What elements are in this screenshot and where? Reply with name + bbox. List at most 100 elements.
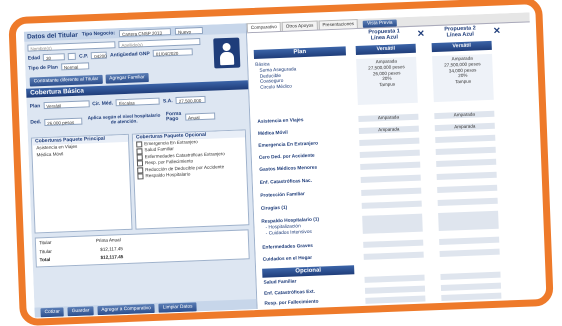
cir-med-select[interactable]: Escalas — [115, 97, 161, 107]
table-cell — [360, 161, 421, 170]
cp-input[interactable]: 04200 — [90, 51, 108, 60]
forma-pago-select[interactable]: Anual — [184, 112, 216, 121]
row-label: Cuidados en el Hogar — [262, 255, 313, 263]
apellidos-input[interactable]: Apellido(s) — [118, 38, 201, 49]
quote-form-panel: Datos del Titular Tipo Negocio: Cartera … — [23, 23, 258, 318]
titular-amount: $12,117.45 — [100, 246, 123, 253]
tab-presentaciones[interactable]: Presentaciones — [318, 18, 359, 30]
ded-select[interactable]: 26,000 pesos — [44, 117, 83, 126]
tab-comparativo[interactable]: Comparativo — [246, 21, 282, 33]
aplica-note: Aplica según el nivel hospitalario de at… — [87, 112, 161, 125]
propuesta-2-title: Propuesta 2 Línea Azul — [444, 25, 476, 39]
user-avatar-icon — [213, 37, 241, 69]
table-cell — [365, 295, 426, 304]
table-cell — [440, 282, 502, 291]
total-label: Total — [39, 256, 51, 263]
row-sublabel: - Cuidados Intensivos — [265, 229, 312, 237]
row-label: Enf. Catastróficas Ext. — [263, 289, 316, 297]
table-cell — [364, 274, 425, 283]
table-cell — [440, 271, 501, 280]
totals-table: Titular Prima Anual Titular $12,117.45 T… — [34, 229, 250, 268]
row-label: Enf. Catastróficas Nac. — [259, 178, 313, 186]
table-cell — [437, 197, 498, 207]
app-window: Datos del Titular Tipo Negocio: Cartera … — [23, 12, 541, 318]
row-label: Resp. por Fallecimiento — [264, 299, 319, 307]
nombre-input[interactable]: Nombre(s) — [27, 41, 116, 52]
plan-select[interactable]: Versátil — [43, 100, 90, 110]
table-cell — [359, 149, 420, 158]
table-cell — [441, 292, 502, 301]
row-label: Emergencia En Extranjero — [258, 141, 319, 149]
table-cell: Amparada — [358, 113, 419, 122]
vista-previa-button[interactable]: Vista Previa — [362, 19, 397, 28]
table-cell — [363, 239, 424, 248]
ded-label: Ded. — [30, 119, 42, 126]
propuesta-1-values: Amparada 27,500,000 pesos 26,000 pesos 20% T… — [356, 56, 418, 106]
table-cell — [364, 285, 426, 294]
table-cell: Amparada — [358, 125, 419, 134]
table-cell — [363, 251, 424, 260]
table-cell — [435, 146, 496, 156]
table-cell — [437, 184, 498, 194]
table-cell — [436, 158, 497, 168]
gender-select[interactable] — [67, 52, 77, 61]
paquete-opcional-box: Coberturas Paquete Opcional Emergencia E… — [131, 129, 250, 230]
limpiar-datos-button[interactable]: Limpiar Datos — [158, 301, 197, 313]
table-cell — [435, 134, 496, 144]
row-label: Cirugías (1) — [260, 205, 288, 212]
antiguedad-label: Antigüedad GNP — [109, 50, 150, 58]
opcional-header: Opcional — [262, 265, 355, 278]
basic-labels: Básica Suma Asegurada Deducible Coasegur… — [255, 62, 297, 91]
agregar-comparativo-button[interactable]: Agregar a Comparativo — [97, 303, 156, 315]
plan-label: Plan — [29, 102, 41, 110]
row-label: Enfermedades Graves — [262, 243, 314, 251]
opcional-label: Respaldo Hospitalario — [145, 171, 191, 179]
edad-label: Edad — [27, 54, 41, 62]
table-cell: Amparada — [434, 122, 495, 132]
bottom-toolbar: Cotizar Guardar Agregar a Comparativo Li… — [34, 299, 257, 318]
row-label: Cero Ded. por Accidente — [258, 153, 315, 161]
comparativo-panel: Comparativo Otros Apoyos Presentaciones … — [246, 12, 541, 310]
totals-titular2-label: Titular — [39, 248, 52, 255]
table-cell — [439, 236, 500, 245]
table-cell — [439, 248, 500, 257]
cotizar-button[interactable]: Cotizar — [40, 306, 64, 317]
titular-title: Datos del Titular — [26, 31, 78, 41]
totals-titular-label: Titular — [38, 239, 52, 246]
propuesta-2-plan: Versátil — [431, 40, 492, 53]
table-cell — [438, 210, 499, 231]
sa-label: S.A. — [162, 97, 173, 104]
edad-select[interactable]: 30 — [42, 53, 66, 62]
agregar-familiar-button[interactable]: Agregar Familiar — [105, 73, 149, 84]
contratante-button[interactable]: Contratante diferente al Titular — [29, 74, 103, 87]
guardar-button[interactable]: Guardar — [67, 305, 94, 316]
propuesta-2-values: Amparada 27,500,000 pesos 34,000 pesos 20% T… — [432, 53, 494, 103]
tipo-negocio-select[interactable]: Cartera CNSP 2013 — [118, 27, 172, 37]
sa-select[interactable]: 27,500,000 — [175, 95, 206, 104]
table-cell — [361, 200, 422, 209]
antiguedad-date[interactable]: 01/04/2020 — [152, 48, 193, 57]
table-cell — [362, 213, 423, 234]
cir-med-label: Cir. Méd. — [92, 99, 114, 107]
row-label: Asistencia en Viajes — [257, 118, 304, 125]
table-cell — [361, 187, 422, 196]
row-label: Médica Móvil — [257, 130, 288, 137]
close-icon[interactable]: ✕ — [417, 28, 425, 39]
nuevo-select[interactable]: Nuevo — [174, 26, 204, 35]
prima-anual-label: Prima Anual — [95, 237, 121, 244]
table-cell — [359, 137, 420, 146]
paquete-principal-box: Coberturas Paquete Principal Asistencia … — [30, 133, 133, 234]
forma-pago-label: Forma Pago — [165, 110, 182, 123]
tipo-plan-label: Tipo de Plan — [28, 63, 58, 72]
total-amount: $12,117.45 — [100, 254, 124, 260]
table-cell — [436, 171, 497, 181]
propuesta-1-title: Propuesta 1 Línea Azul — [368, 28, 400, 42]
orange-frame: Datos del Titular Tipo Negocio: Cartera … — [8, 0, 554, 326]
row-label: Protección Familiar — [260, 192, 305, 199]
plan-header: Plan — [253, 46, 346, 59]
table-cell — [360, 174, 421, 183]
tipo-plan-select[interactable]: Normal — [60, 62, 89, 71]
tab-otros-apoyos[interactable]: Otros Apoyos — [281, 20, 318, 31]
close-icon[interactable]: ✕ — [493, 25, 501, 36]
cp-label: C.P. — [78, 52, 89, 60]
